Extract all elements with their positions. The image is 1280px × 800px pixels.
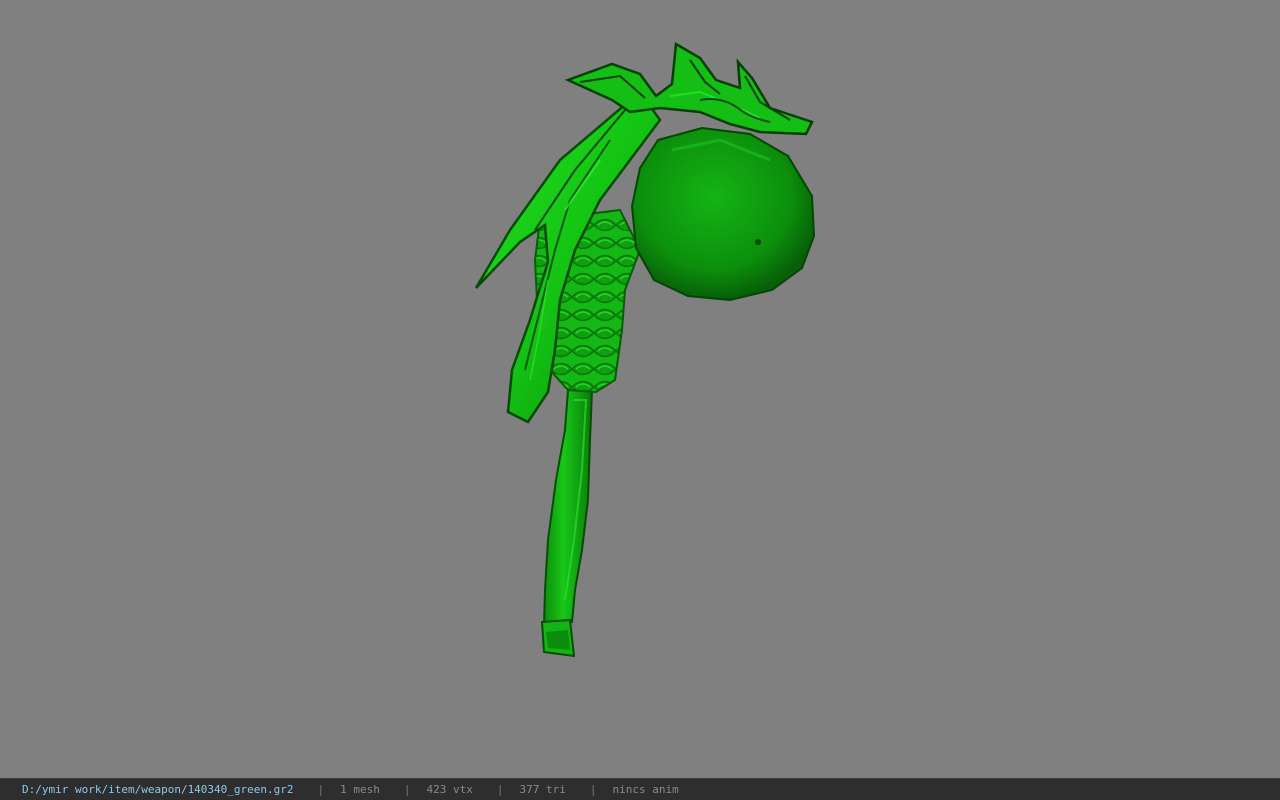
model-viewer-window: D:/ymir work/item/weapon/140340_green.gr… <box>0 0 1280 800</box>
animation-status: nincs anim <box>612 783 679 796</box>
file-path: D:/ymir work/item/weapon/140340_green.gr… <box>22 783 294 796</box>
status-separator: | <box>496 783 504 796</box>
mesh-count: 1 mesh <box>340 783 380 796</box>
vertex-count: 423 vtx <box>426 783 473 796</box>
status-separator: | <box>589 783 597 796</box>
model-shaft <box>540 389 594 658</box>
model-orb <box>630 126 816 302</box>
3d-viewport[interactable] <box>0 0 1280 778</box>
status-bar: D:/ymir work/item/weapon/140340_green.gr… <box>0 778 1280 800</box>
status-separator: | <box>403 783 411 796</box>
triangle-count: 377 tri <box>519 783 566 796</box>
status-separator: | <box>317 783 325 796</box>
weapon-model[interactable] <box>0 0 1280 778</box>
